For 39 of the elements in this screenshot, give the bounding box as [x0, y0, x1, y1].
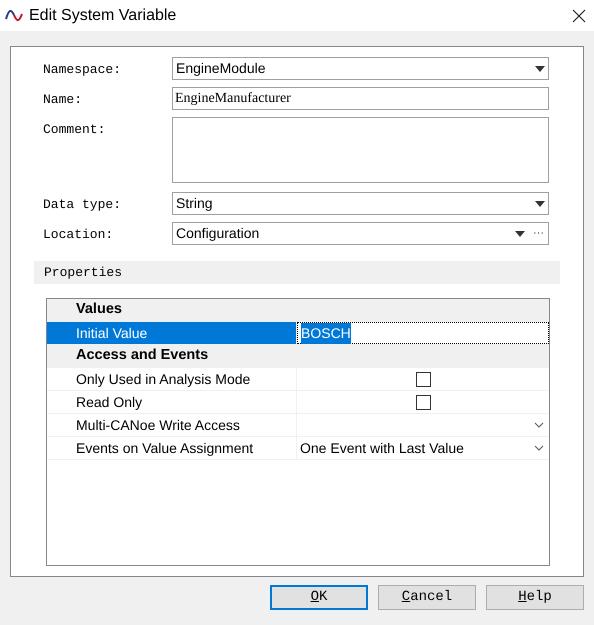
category-heading: Values [76, 300, 122, 320]
dropdown-arrow-icon [535, 200, 545, 206]
checkbox[interactable] [416, 372, 430, 386]
category-heading: Access and Events [76, 346, 208, 366]
property-row[interactable]: Only Used in Analysis Mode [47, 368, 549, 391]
property-row[interactable]: Read Only [47, 391, 549, 414]
property-label: Events on Value Assignment [76, 438, 254, 458]
field-label: Name: [43, 91, 84, 109]
dialog-button[interactable]: Help [486, 585, 584, 610]
value-field[interactable]: BOSCH [297, 322, 549, 344]
sine-wave-icon [5, 10, 23, 22]
field-label: Namespace: [43, 61, 122, 79]
dialog-button[interactable]: Cancel [378, 585, 476, 610]
field-label: Data type: [43, 196, 122, 214]
dropdown-field[interactable]: Configuration ··· [172, 222, 549, 245]
property-label: Only Used in Analysis Mode [76, 370, 250, 389]
value-dropdown[interactable]: One Event with Last Value [297, 437, 549, 459]
checkbox[interactable] [416, 394, 430, 410]
close-icon[interactable] [572, 8, 586, 22]
chevron-down-icon [534, 445, 544, 451]
dialog-button[interactable]: OK [270, 585, 368, 610]
dropdown-arrow-icon [515, 230, 525, 236]
text-field[interactable]: EngineManufacturer [172, 87, 549, 110]
comment-field[interactable] [172, 117, 549, 183]
browse-button[interactable]: ··· [533, 225, 545, 242]
field-label: Location: [43, 226, 114, 244]
property-label: Multi-CANoe Write Access [76, 416, 240, 434]
property-label: Read Only [76, 392, 142, 412]
section-title: Properties [44, 264, 122, 282]
dropdown-field[interactable]: String [172, 192, 549, 215]
property-row[interactable]: Initial Value BOSCH [47, 322, 549, 345]
window-title: Edit System Variable [29, 6, 178, 26]
property-row[interactable]: Events on Value Assignment One Event with Last Value [47, 437, 549, 460]
dropdown-arrow-icon [535, 66, 545, 72]
field-label: Comment: [43, 121, 106, 139]
property-row[interactable]: Multi-CANoe Write Access [47, 414, 549, 437]
property-label: Initial Value [76, 324, 148, 342]
dropdown-field[interactable]: EngineModule [172, 57, 549, 80]
chevron-down-icon [534, 422, 544, 428]
